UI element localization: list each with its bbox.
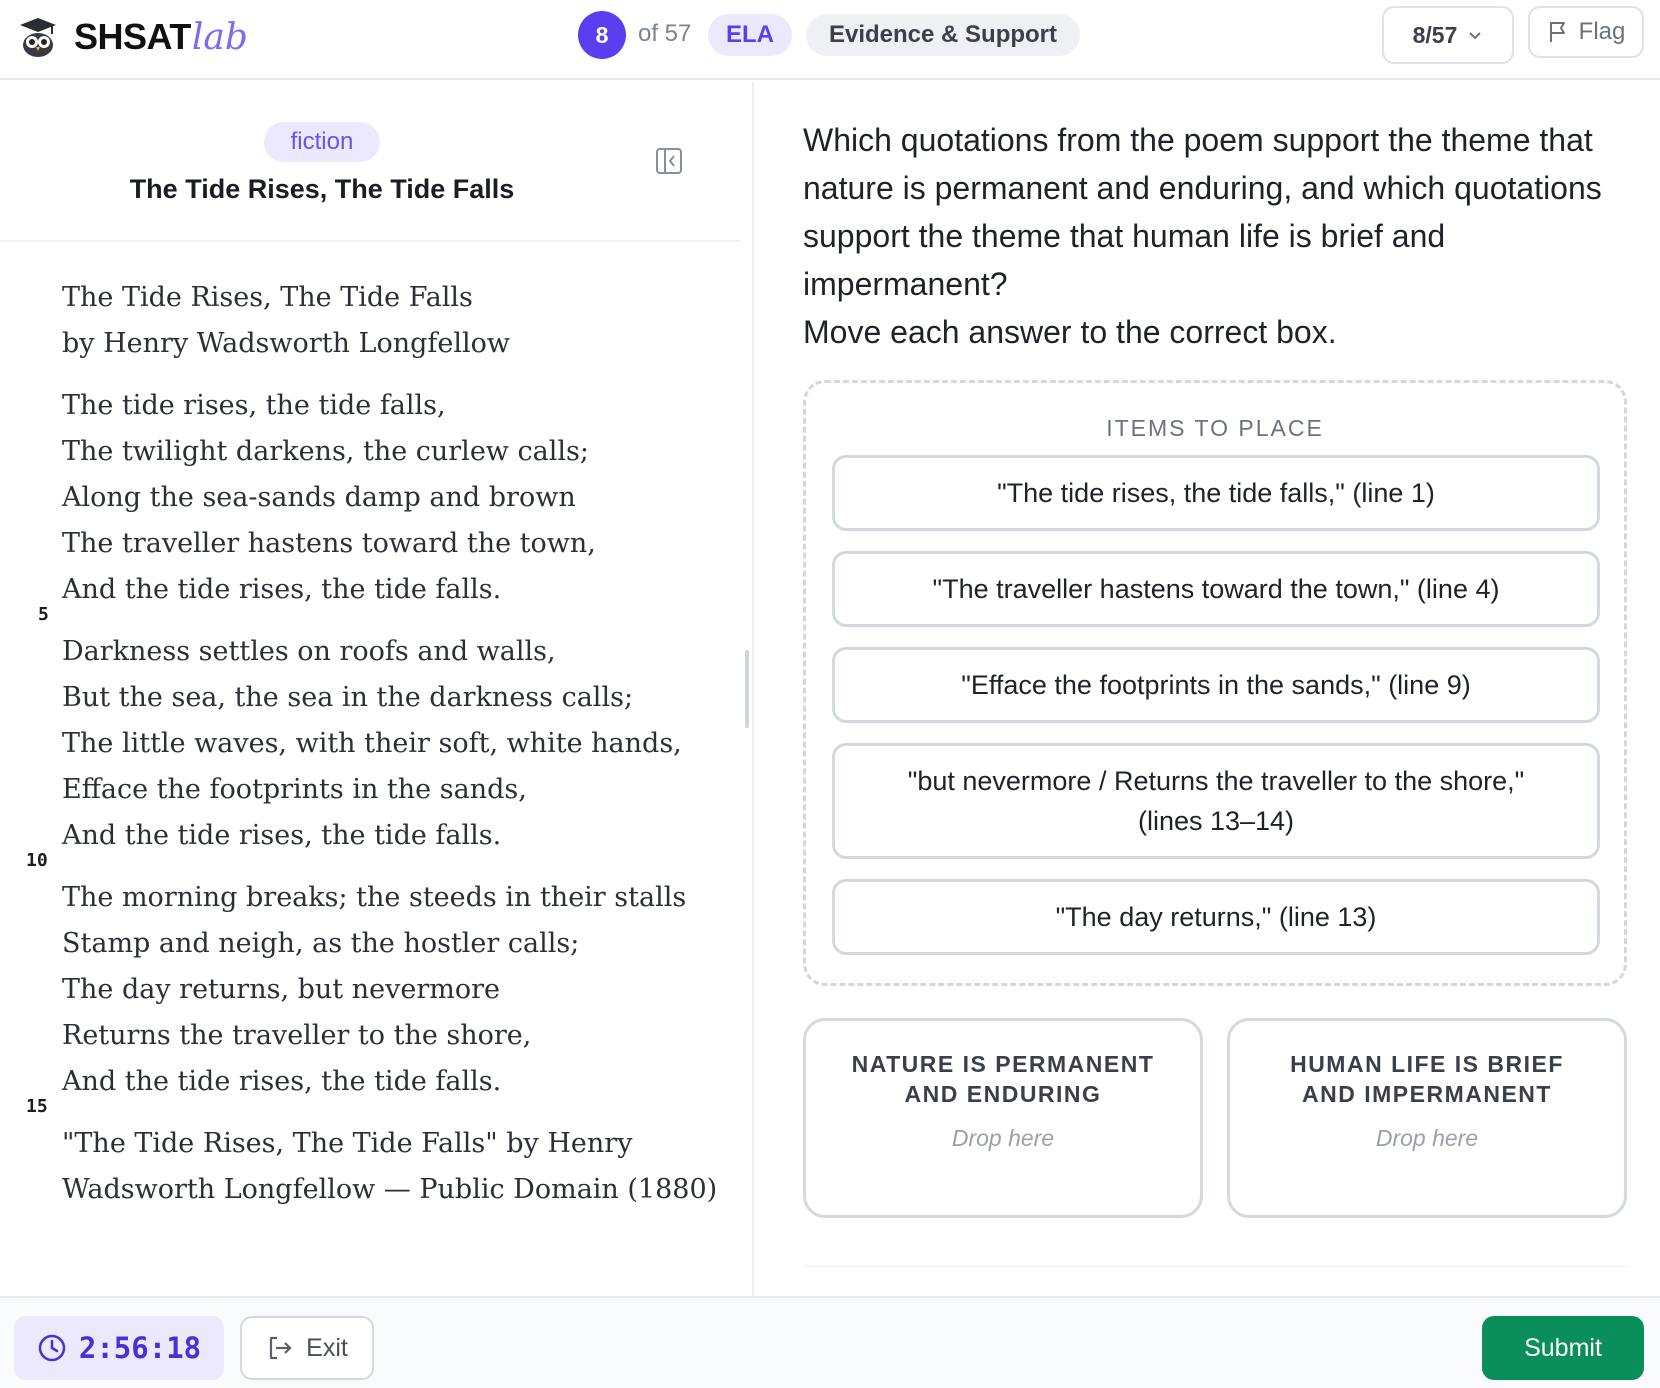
logo: SHSAT lab	[18, 14, 248, 60]
question-prompt: Which quotations from the poem support t…	[803, 116, 1633, 356]
exit-label: Exit	[306, 1333, 348, 1362]
brand-accent: lab	[191, 16, 248, 58]
clock-icon	[38, 1334, 66, 1362]
question-instruction: Move each answer to the correct box.	[803, 314, 1337, 350]
answer-chip[interactable]: "The traveller hastens toward the town,"…	[832, 551, 1600, 627]
dropzone-human-life[interactable]: HUMAN LIFE IS BRIEF AND IMPERMANENT Drop…	[1227, 1018, 1627, 1218]
bottom-bar: 2:56:18 Exit Submit	[0, 1296, 1660, 1388]
question-navigator-label: 8/57	[1412, 21, 1458, 48]
exit-icon	[270, 1336, 292, 1360]
poem-line: Stamp and neigh, as the hostler calls;	[62, 928, 580, 959]
answer-bank-label: ITEMS TO PLACE	[1106, 415, 1324, 441]
subject-badge: ELA	[708, 14, 792, 56]
poem-line: And the tide rises, the tide falls.	[62, 574, 502, 605]
genre-badge: fiction	[264, 122, 380, 162]
section-divider	[803, 1266, 1627, 1267]
question-text: Which quotations from the poem support t…	[803, 122, 1602, 302]
poem-line: The twilight darkens, the curlew calls;	[62, 436, 589, 467]
line-number: 15	[26, 1096, 48, 1117]
dropzone-hint: Drop here	[951, 1125, 1055, 1151]
poem-line: Darkness settles on roofs and walls,	[62, 636, 556, 667]
dropzone-hint: Drop here	[1375, 1125, 1479, 1151]
flag-icon	[1549, 22, 1565, 42]
dropzone-nature[interactable]: NATURE IS PERMANENT AND ENDURING Drop he…	[803, 1018, 1203, 1218]
passage-panel: fiction The Tide Rises, The Tide Falls T…	[0, 82, 752, 1296]
poem-line: Along the sea-sands damp and brown	[62, 482, 576, 513]
poem-heading-title: The Tide Rises, The Tide Falls	[62, 282, 473, 313]
poem-line: Returns the traveller to the shore,	[62, 1020, 532, 1051]
title-divider	[0, 240, 740, 242]
answer-bank: ITEMS TO PLACE "The tide rises, the tide…	[803, 380, 1627, 986]
dropzone-title: NATURE IS PERMANENT AND ENDURING	[851, 1051, 1155, 1107]
timer-value: 2:56:18	[78, 1331, 202, 1365]
question-navigator[interactable]: 8/57	[1382, 6, 1514, 64]
poem-heading-author: by Henry Wadsworth Longfellow	[62, 328, 510, 359]
answer-chip[interactable]: "The day returns," (line 13)	[832, 879, 1600, 955]
collapse-panel-icon[interactable]	[654, 146, 684, 176]
flag-label: Flag	[1578, 18, 1626, 45]
poem-line: The traveller hastens toward the town,	[62, 528, 596, 559]
submit-button[interactable]: Submit	[1482, 1316, 1644, 1380]
chevron-down-icon	[1469, 32, 1482, 40]
answer-chip[interactable]: "but nevermore / Returns the traveller t…	[832, 743, 1600, 859]
poem-line: And the tide rises, the tide falls.	[62, 820, 502, 851]
poem-line: But the sea, the sea in the darkness cal…	[62, 682, 634, 713]
poem-line: The morning breaks; the steeds in their …	[62, 882, 687, 913]
top-bar: SHSAT lab 8 of 57 ELA Evidence & Support …	[0, 0, 1660, 80]
skill-badge: Evidence & Support	[806, 14, 1080, 56]
poem-line: The tide rises, the tide falls,	[62, 390, 446, 421]
answer-chip[interactable]: "Efface the footprints in the sands," (l…	[832, 647, 1600, 723]
passage-title: The Tide Rises, The Tide Falls	[129, 174, 515, 204]
line-number: 10	[26, 850, 48, 871]
panel-divider	[752, 82, 754, 1296]
source-citation: Wadsworth Longfellow — Public Domain (18…	[62, 1174, 718, 1205]
poem-line: Efface the footprints in the sands,	[62, 774, 527, 805]
panel-resize-handle[interactable]	[745, 650, 749, 728]
source-citation: "The Tide Rises, The Tide Falls" by Henr…	[62, 1128, 633, 1159]
question-total: of 57	[638, 20, 692, 47]
owl-logo-icon	[20, 18, 56, 57]
flag-button[interactable]: Flag	[1528, 6, 1644, 58]
poem-line: The little waves, with their soft, white…	[62, 728, 682, 759]
poem-line: The day returns, but nevermore	[62, 974, 500, 1005]
brand-name: SHSAT	[74, 16, 191, 57]
dropzone-title: HUMAN LIFE IS BRIEF AND IMPERMANENT	[1290, 1051, 1564, 1107]
exit-button[interactable]: Exit	[240, 1316, 374, 1380]
poem-line: And the tide rises, the tide falls.	[62, 1066, 502, 1097]
answer-chip[interactable]: "The tide rises, the tide falls," (line …	[832, 455, 1600, 531]
timer: 2:56:18	[14, 1316, 224, 1380]
question-number-badge: 8	[578, 11, 626, 59]
line-number: 5	[38, 604, 49, 625]
